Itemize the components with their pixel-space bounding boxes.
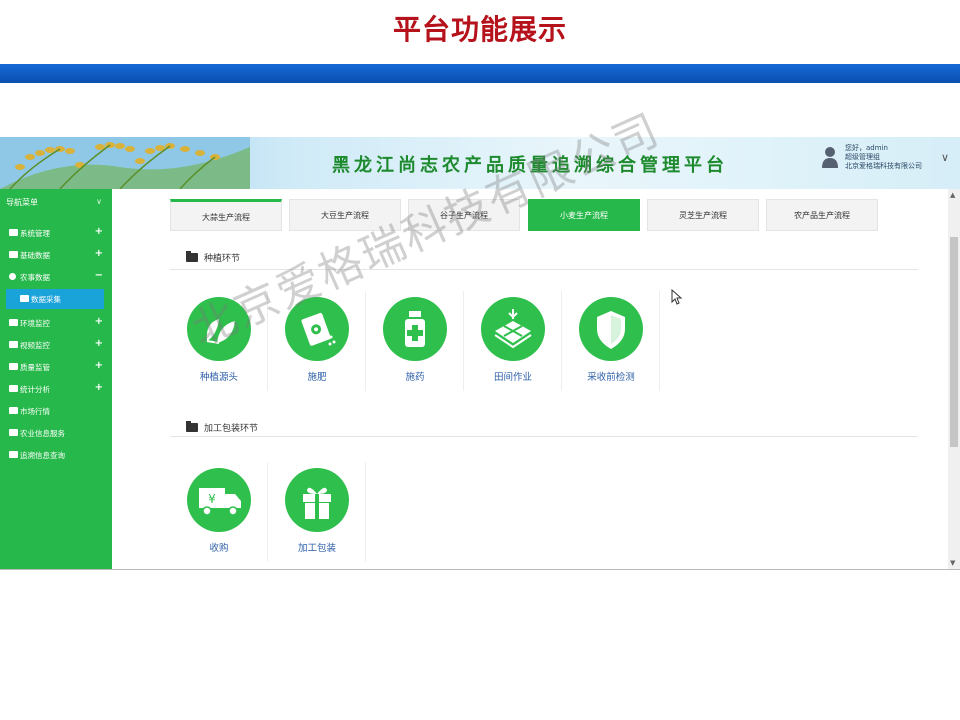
expand-icon[interactable]: + — [95, 382, 103, 393]
icon-label: 加工包装 — [297, 543, 336, 554]
app-banner: 黑龙江尚志农产品质量追溯综合管理平台 您好，admin 超级管理组 北京爱格瑞科… — [0, 137, 960, 189]
divider — [170, 436, 918, 437]
blue-divider-bar — [0, 64, 960, 83]
chart-icon — [9, 319, 18, 326]
expand-icon[interactable]: + — [95, 360, 103, 371]
folder-icon — [9, 363, 18, 370]
sidebar-item-basic-data[interactable]: 基础数据 + — [0, 245, 112, 265]
tab-soybean[interactable]: 大豆生产流程 — [289, 199, 401, 231]
sidebar-item-data-collection[interactable]: 数据采集 — [6, 289, 104, 309]
sidebar-item-market[interactable]: 市场行情 — [0, 401, 112, 421]
icon-label: 收购 — [209, 543, 229, 554]
document-icon — [9, 407, 18, 414]
purchase-truck-icon: ¥ — [187, 468, 251, 532]
icon-label: 种植源头 — [199, 372, 238, 383]
wheat-decoration-icon — [0, 137, 250, 189]
chevron-down-icon[interactable]: ∨ — [96, 197, 102, 206]
icon-label: 施药 — [405, 372, 425, 383]
folder-icon — [9, 385, 18, 392]
field-work-button[interactable]: 田间作业 — [464, 291, 562, 391]
tab-lingzhi[interactable]: 灵芝生产流程 — [647, 199, 759, 231]
pesticide-button[interactable]: 施药 — [366, 291, 464, 391]
medicine-bottle-icon — [383, 297, 447, 361]
tab-wheat[interactable]: 小麦生产流程 — [528, 199, 640, 231]
sidebar-item-environment[interactable]: 环境监控 + — [0, 313, 112, 333]
tab-agri-product[interactable]: 农产品生产流程 — [766, 199, 878, 231]
tab-garlic[interactable]: 大蒜生产流程 — [170, 199, 282, 231]
sidebar-header-label: 导航菜单 — [6, 198, 38, 207]
purchase-button[interactable]: ¥ 收购 — [170, 462, 268, 562]
sidebar: 导航菜单 ∨ 系统管理 + 基础数据 + 农事数据 − 数据采集 环境监控 + 视频监控… — [0, 189, 112, 569]
pre-harvest-test-button[interactable]: 采收前检测 — [562, 291, 660, 391]
sidebar-item-quality[interactable]: 质量监管 + — [0, 357, 112, 377]
shield-icon — [579, 297, 643, 361]
scroll-up-icon[interactable]: ▲ — [950, 191, 955, 199]
main-content: 大蒜生产流程 大豆生产流程 谷子生产流程 小麦生产流程 灵芝生产流程 农产品生产… — [112, 189, 948, 569]
leaf-icon — [187, 297, 251, 361]
slide-title: 平台功能展示 — [392, 13, 567, 46]
chevron-down-icon[interactable]: ∨ — [941, 151, 949, 164]
divider — [170, 269, 918, 270]
tab-millet[interactable]: 谷子生产流程 — [408, 199, 520, 231]
fertilizer-bag-icon — [285, 297, 349, 361]
sidebar-item-video[interactable]: 视频监控 + — [0, 335, 112, 355]
app-title: 黑龙江尚志农产品质量追溯综合管理平台 — [332, 155, 728, 176]
svg-text:¥: ¥ — [208, 492, 216, 506]
avatar-icon — [822, 147, 838, 168]
expand-icon[interactable]: + — [95, 338, 103, 349]
document-icon — [9, 451, 18, 458]
video-icon — [9, 341, 18, 348]
document-icon — [9, 429, 18, 436]
icon-label: 田间作业 — [493, 372, 532, 383]
expand-icon[interactable]: + — [95, 316, 103, 327]
planting-source-button[interactable]: 种植源头 — [170, 291, 268, 391]
folder-icon — [186, 251, 198, 262]
folder-icon — [186, 421, 198, 432]
scrollbar-thumb[interactable] — [950, 237, 958, 447]
mouse-cursor-icon — [671, 289, 683, 305]
user-company: 北京爱格瑞科技有限公司 — [845, 162, 922, 170]
slide: 平台功能展示 黑龙江尚志农产品质量追溯综合管理平台 您好，admin 超级管理组… — [0, 0, 960, 720]
sidebar-item-farming-data[interactable]: 农事数据 − — [0, 267, 112, 287]
folder-icon — [9, 229, 18, 236]
user-icon — [9, 273, 16, 280]
gift-box-icon — [285, 468, 349, 532]
expand-icon[interactable]: + — [95, 248, 103, 259]
field-icon — [481, 297, 545, 361]
icon-label: 施肥 — [307, 372, 327, 383]
list-icon — [20, 295, 29, 302]
vertical-scrollbar[interactable]: ▲ ▼ — [948, 189, 960, 569]
fertilizer-button[interactable]: 施肥 — [268, 291, 366, 391]
folder-icon — [9, 251, 18, 258]
processing-packaging-button[interactable]: 加工包装 — [268, 462, 366, 562]
user-info[interactable]: 您好，admin 超级管理组 北京爱格瑞科技有限公司 ∨ — [818, 141, 960, 185]
sidebar-item-system[interactable]: 系统管理 + — [0, 223, 112, 243]
icon-label: 采收前检测 — [587, 372, 635, 383]
scroll-down-icon[interactable]: ▼ — [950, 559, 955, 567]
expand-icon[interactable]: + — [95, 226, 103, 237]
sidebar-item-trace-query[interactable]: 追溯信息查询 — [0, 445, 112, 465]
sidebar-item-agri-info[interactable]: 农业信息服务 — [0, 423, 112, 443]
sidebar-item-statistics[interactable]: 统计分析 + — [0, 379, 112, 399]
sidebar-header[interactable]: 导航菜单 ∨ — [6, 197, 106, 208]
collapse-icon[interactable]: − — [95, 270, 103, 281]
app-screenshot: 黑龙江尚志农产品质量追溯综合管理平台 您好，admin 超级管理组 北京爱格瑞科… — [0, 137, 960, 570]
